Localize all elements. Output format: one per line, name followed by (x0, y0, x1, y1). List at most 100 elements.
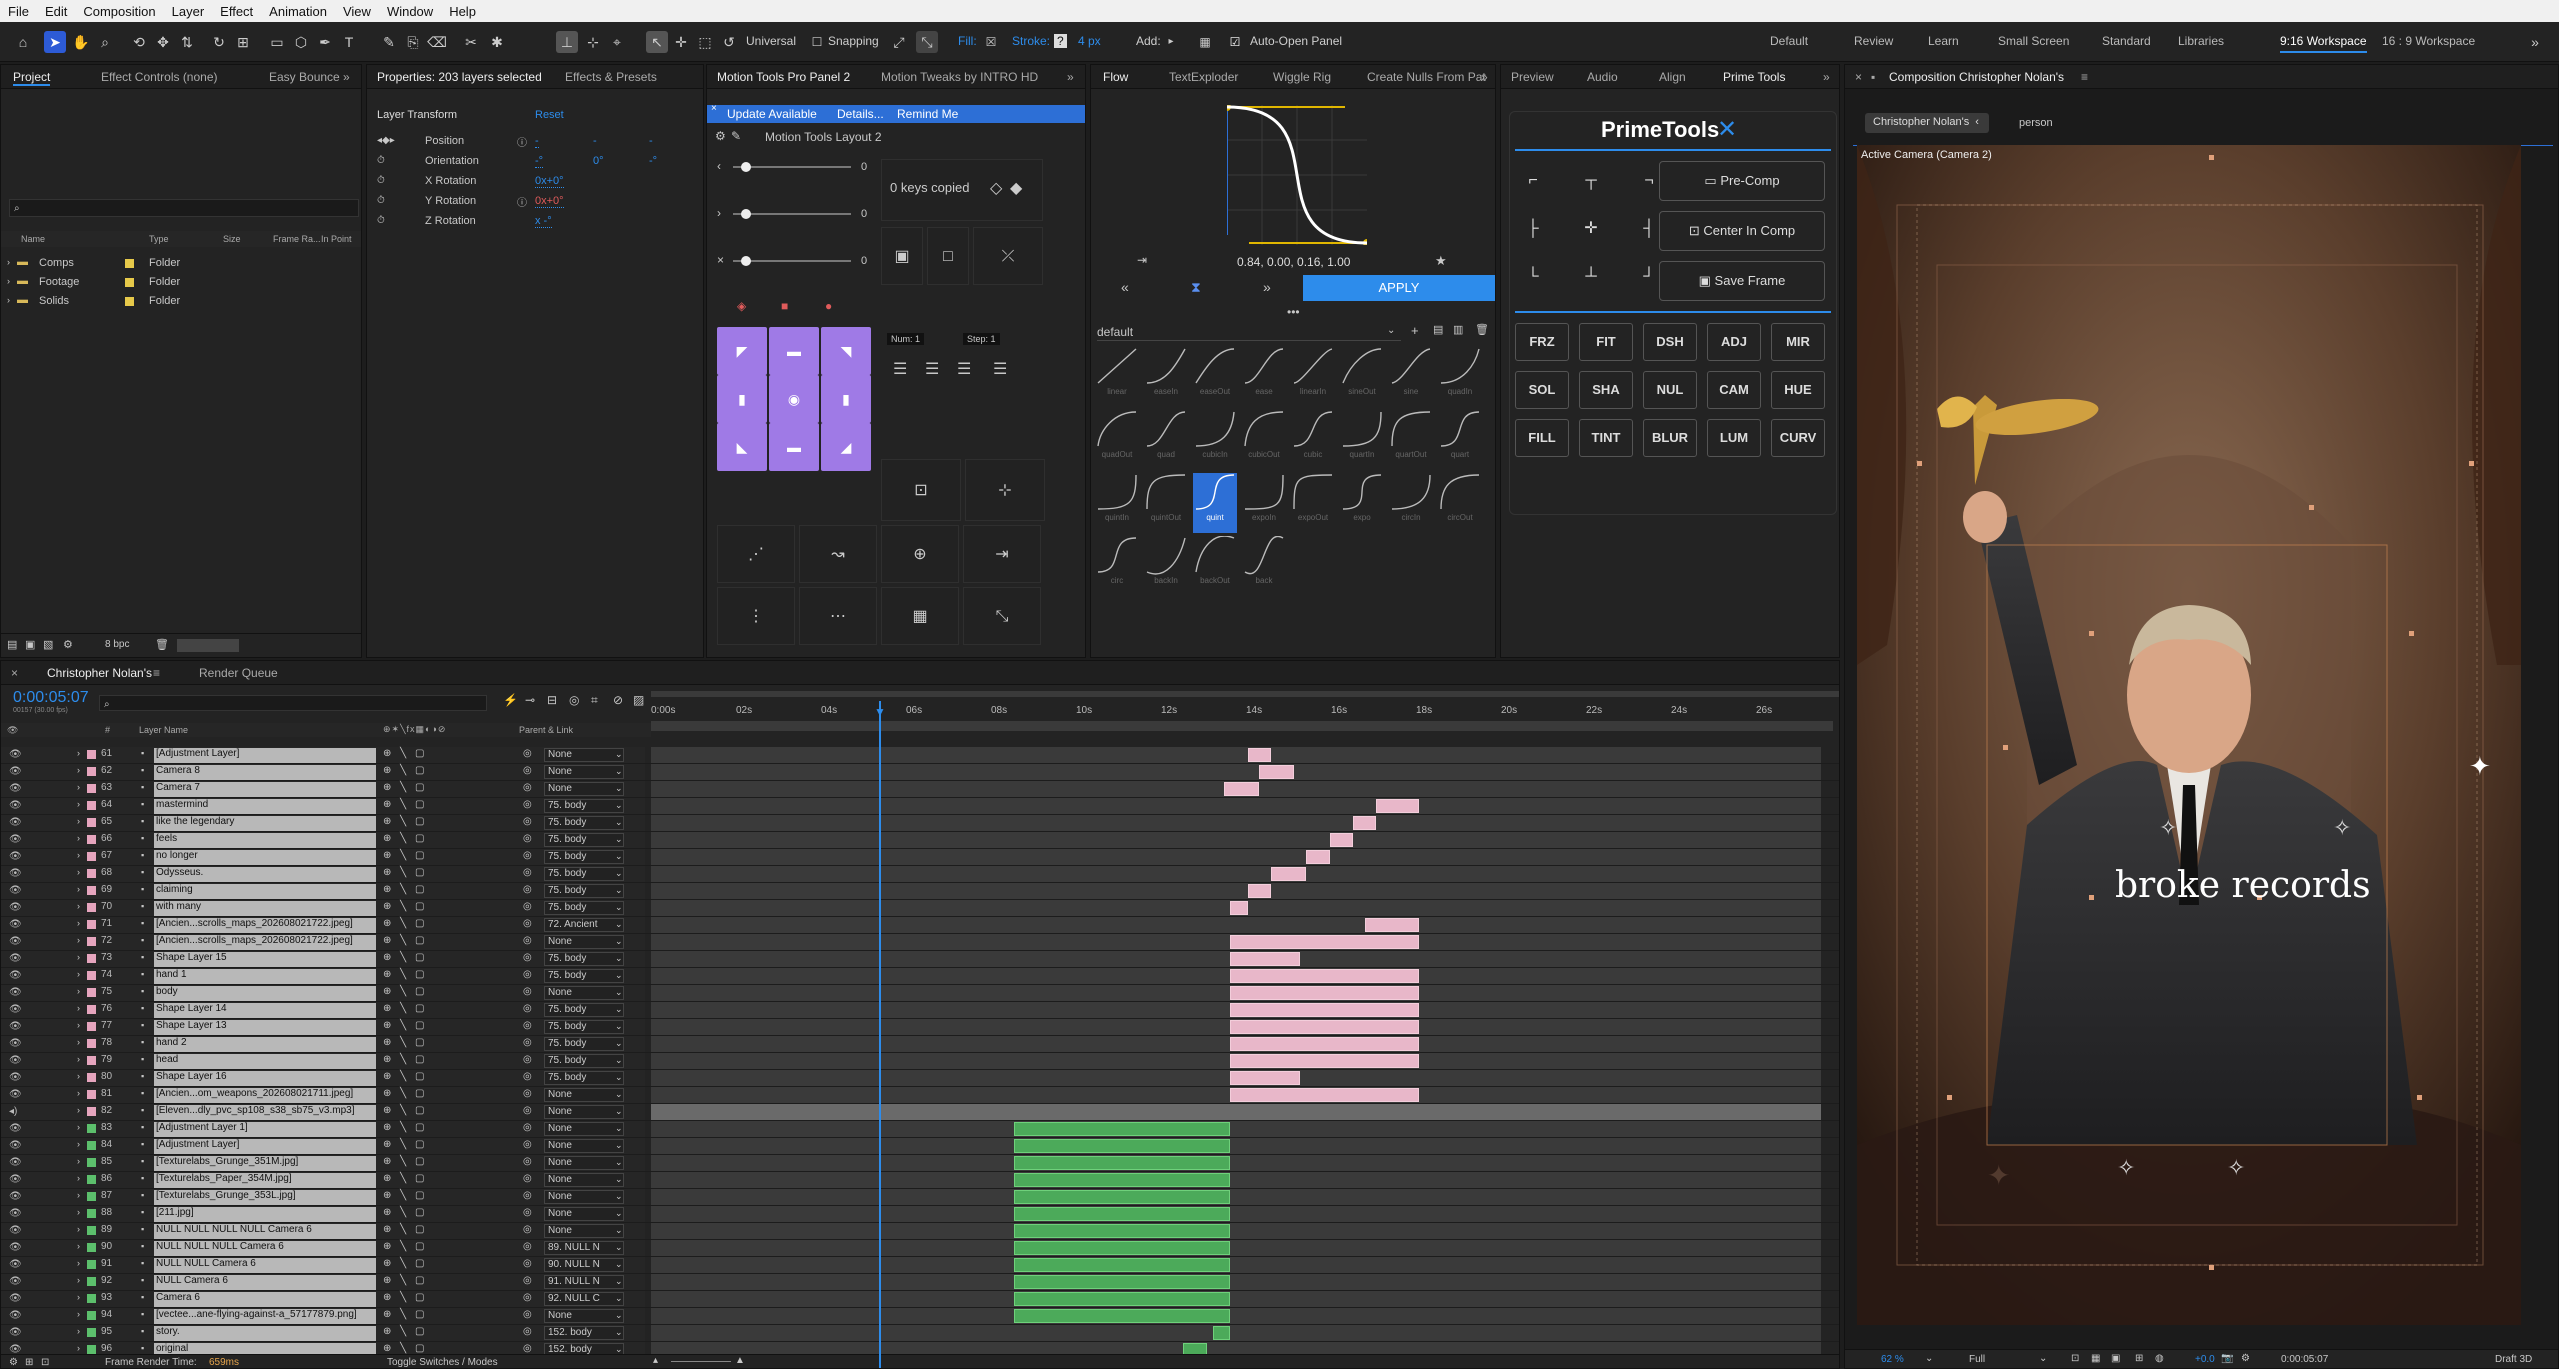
workspace-default[interactable]: Default (1770, 34, 1808, 48)
layer-name[interactable]: Odysseus. (154, 867, 376, 882)
workspace-small-screen[interactable]: Small Screen (1998, 34, 2069, 48)
label-color-swatch[interactable] (87, 1039, 96, 1048)
zoom-slider[interactable] (671, 1361, 731, 1362)
parent-select[interactable]: 92. NULL C ⌄ (544, 1292, 624, 1306)
label-color-swatch[interactable] (87, 1141, 96, 1150)
prime-frz-button[interactable]: FRZ (1515, 323, 1569, 361)
trash-icon[interactable]: 🗑 (1475, 323, 1489, 336)
label-color-swatch[interactable] (87, 1175, 96, 1184)
chevron-right-icon[interactable]: › (77, 935, 80, 945)
stopwatch-icon[interactable]: ⏱ (377, 215, 385, 226)
layer-duration-bar[interactable] (1013, 1309, 1231, 1323)
zoom-tool-icon[interactable]: ⌕ (94, 31, 116, 53)
label-color-swatch[interactable] (87, 903, 96, 912)
transparency-icon[interactable]: ▦ (2091, 1353, 2100, 1364)
align-right-icon[interactable]: ☰ (993, 359, 1007, 379)
parent-select[interactable]: 75. body ⌄ (544, 952, 624, 966)
stopwatch-icon[interactable]: ⏱ (377, 175, 385, 186)
settings-icon[interactable]: ⚙ (63, 638, 73, 651)
ease-curve-backIn[interactable]: backIn (1144, 536, 1188, 596)
pan-tool-icon[interactable]: ✥ (152, 31, 174, 53)
layer-duration-bar[interactable] (1247, 748, 1272, 762)
pickwhip-icon[interactable]: ◎ (523, 1105, 532, 1116)
eye-icon[interactable]: 👁 (9, 868, 22, 879)
parent-select[interactable]: 75. body ⌄ (544, 969, 624, 983)
layer-track[interactable] (651, 1325, 1821, 1341)
eye-icon[interactable]: 👁 (9, 1055, 22, 1066)
panel-overflow-icon[interactable]: » (343, 70, 350, 84)
prime-fill-button[interactable]: FILL (1515, 419, 1569, 457)
pickwhip-icon[interactable]: ◎ (523, 1003, 532, 1014)
eye-icon[interactable]: 👁 (9, 1004, 22, 1015)
label-color-swatch[interactable] (87, 784, 96, 793)
chevron-right-icon[interactable]: › (77, 918, 80, 928)
pickwhip-icon[interactable]: ◎ (523, 1207, 532, 1218)
rotate-tool-icon[interactable]: ↻ (208, 31, 230, 53)
layer-duration-bar[interactable] (1230, 969, 1419, 983)
link-icon[interactable]: ⊘ (613, 693, 623, 707)
layer-name[interactable]: [Adjustment Layer 1] (154, 1122, 376, 1137)
channel-icon[interactable]: ◍ (2155, 1353, 2164, 1364)
ease-curve-circIn[interactable]: circIn (1389, 473, 1433, 533)
camera-icon[interactable]: 📷 (2221, 1353, 2233, 1364)
prime-nul-button[interactable]: NUL (1643, 371, 1697, 409)
timeline-layer-row[interactable]: 👁 › 80 ▪ Shape Layer 16 ⊕ ╲ ▢ ◎ 75. body ⌄ (1, 1070, 1839, 1087)
col-size[interactable]: Size (223, 234, 241, 244)
trash-icon[interactable]: 🗑 (155, 638, 169, 651)
parent-select[interactable]: 75. body ⌄ (544, 1071, 624, 1085)
prime-tint-button[interactable]: TINT (1579, 419, 1633, 457)
eye-icon[interactable]: 👁 (9, 1225, 22, 1236)
ease-curve-cubicIn[interactable]: cubicIn (1193, 410, 1237, 470)
layer-track[interactable] (651, 1019, 1821, 1035)
orbit-tool-icon[interactable]: ⟲ (128, 31, 150, 53)
label-color-swatch[interactable] (87, 1107, 96, 1116)
parent-select[interactable]: None ⌄ (544, 1088, 624, 1102)
label-color-swatch[interactable] (87, 1192, 96, 1201)
quality-select[interactable]: Full (1969, 1354, 1985, 1365)
eye-icon[interactable]: 👁 (9, 1242, 22, 1253)
close-icon[interactable]: × (711, 103, 717, 114)
layer-switches[interactable]: ⊕ ╲ ▢ (383, 1139, 427, 1150)
tab-effects-presets[interactable]: Effects & Presets (565, 70, 657, 84)
layer-name[interactable]: Shape Layer 16 (154, 1071, 376, 1086)
layer-switches[interactable]: ⊕ ╲ ▢ (383, 918, 427, 929)
label-color-swatch[interactable] (87, 869, 96, 878)
layer-name[interactable]: like the legendary (154, 816, 376, 831)
menu-item-animation[interactable]: Animation (261, 4, 335, 19)
slider-thumb[interactable] (741, 209, 751, 219)
eye-icon[interactable]: 👁 (9, 970, 22, 981)
layer-track[interactable] (651, 1138, 1821, 1154)
parent-select[interactable]: 75. body ⌄ (544, 1020, 624, 1034)
ease-curve-quadIn[interactable]: quadIn (1438, 347, 1482, 407)
toggle-switches-modes[interactable]: Toggle Switches / Modes (387, 1357, 498, 1368)
ease-curve-ease[interactable]: ease (1242, 347, 1286, 407)
prime-curv-button[interactable]: CURV (1771, 419, 1825, 457)
workspace-standard[interactable]: Standard (2102, 34, 2151, 48)
add-icon[interactable]: + (1411, 323, 1419, 338)
col-parent[interactable]: Parent & Link (519, 725, 573, 735)
chevron-right-icon[interactable]: › (77, 1207, 80, 1217)
layer-track[interactable] (651, 764, 1821, 780)
timeline-timecode[interactable]: 0:00:05:07 (13, 689, 89, 707)
align-left-icon[interactable]: ☰ (893, 359, 907, 379)
chevron-right-icon[interactable]: › (77, 1241, 80, 1251)
pickwhip-icon[interactable]: ◎ (523, 1241, 532, 1252)
pickwhip-icon[interactable]: ◎ (523, 1020, 532, 1031)
scale-icon[interactable]: ⬚ (694, 31, 716, 53)
slider-thumb[interactable] (741, 162, 751, 172)
prime-sol-button[interactable]: SOL (1515, 371, 1569, 409)
col-type[interactable]: Type (149, 234, 169, 244)
layer-duration-bar[interactable] (1329, 833, 1353, 847)
anchor-point-button[interactable]: ◥ (821, 327, 871, 375)
timeline-layer-row[interactable]: 👁 › 91 ▪ NULL NULL Camera 6 ⊕ ╲ ▢ ◎ 90. NULL N ⌄ (1, 1257, 1839, 1274)
pickwhip-icon[interactable]: ◎ (523, 867, 532, 878)
pickwhip-icon[interactable]: ◎ (523, 1309, 532, 1320)
tab-properties[interactable]: Properties: 203 layers selected (377, 70, 542, 84)
remind-me-link[interactable]: Remind Me (897, 107, 958, 121)
layer-switches[interactable]: ⊕ ╲ ▢ (383, 1258, 427, 1269)
parent-select[interactable]: None ⌄ (544, 765, 624, 779)
flow-curve-graph[interactable] (1227, 105, 1367, 245)
puppet-tool-icon[interactable]: ✱ (486, 31, 508, 53)
layer-duration-bar[interactable] (1224, 782, 1260, 796)
parent-select[interactable]: None ⌄ (544, 1139, 624, 1153)
